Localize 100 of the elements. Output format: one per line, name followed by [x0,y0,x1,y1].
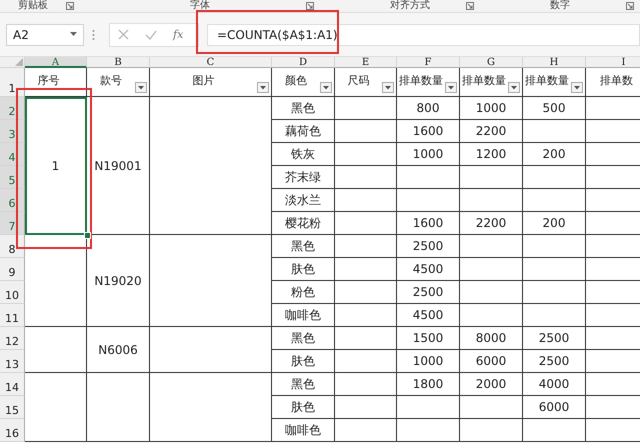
table-cell [335,120,397,143]
table-cell: 铁灰 [272,143,335,166]
table-cell [523,304,586,327]
table-cell [335,281,397,304]
table-cell [335,327,397,350]
dialog-launcher-icon[interactable] [66,2,74,10]
table-cell: 2000 [460,373,523,396]
row-header[interactable]: 14 [0,373,25,396]
column-header[interactable]: D [272,57,335,68]
table-cell: 黑色 [272,373,335,396]
table-cell [335,143,397,166]
table-cell: 1200 [460,143,523,166]
dialog-launcher-icon[interactable] [626,2,634,10]
table-cell: 1000 [397,143,460,166]
table-cell: N6006 [87,327,150,373]
column-header[interactable]: H [523,57,586,68]
row-header[interactable]: 6 [0,189,25,212]
dialog-launcher-icon[interactable] [466,2,474,10]
row-header[interactable]: 12 [0,327,25,350]
table-cell: 咖啡色 [272,419,335,442]
column-header[interactable]: F [397,57,460,68]
table-cell: 2200 [460,120,523,143]
formula-field[interactable]: =COUNTA($A$1:A1) [207,24,640,46]
table-cell [397,189,460,212]
row-header[interactable]: 10 [0,281,25,304]
table-cell [335,212,397,235]
table-cell [523,235,586,258]
table-cell: 8000 [460,327,523,350]
row-header[interactable]: 15 [0,396,25,419]
table-cell [460,281,523,304]
table-cell: 黑色 [272,97,335,120]
table-cell: 1600 [397,120,460,143]
caret-icon [138,86,144,90]
caret-icon [448,86,454,90]
table-cell: 1800 [397,373,460,396]
column-header[interactable]: G [460,57,523,68]
row-header[interactable]: 16 [0,419,25,442]
table-cell [397,396,460,419]
header-text: 排单数 [600,73,633,88]
table-cell [523,189,586,212]
row-header[interactable]: 5 [0,166,25,189]
dialog-launcher-icon[interactable] [306,2,314,10]
filter-button[interactable] [508,82,520,93]
table-cell [335,419,397,442]
row-header[interactable]: 4 [0,143,25,166]
drag-handle-icon[interactable] [92,28,95,40]
column-header[interactable]: I [586,57,640,68]
caret-icon [574,86,580,90]
column-header[interactable]: A [25,57,87,68]
table-cell [397,166,460,189]
table-cell: 肤色 [272,396,335,419]
caret-icon [385,86,391,90]
filter-button[interactable] [445,82,457,93]
table-cell: 4000 [523,373,586,396]
table-cell: 2500 [523,350,586,373]
table-cell: 6000 [460,350,523,373]
table-cell: 2200 [460,212,523,235]
table-cell: N19020 [87,235,150,327]
row-header[interactable]: 9 [0,258,25,281]
header-text: 款号 [100,73,122,88]
table-cell: 淡水兰 [272,189,335,212]
row-header[interactable]: 7 [0,212,25,235]
table-cell: 藕荷色 [272,120,335,143]
table-cell [523,419,586,442]
row-header[interactable]: 1 [0,68,25,97]
column-header[interactable]: C [150,57,272,68]
filter-button[interactable] [320,82,332,93]
table-cell: 4500 [397,258,460,281]
filter-button[interactable] [382,82,394,93]
header-text: 排单数量 [462,73,506,88]
table-cell [335,396,397,419]
table-cell: 咖啡色 [272,304,335,327]
insert-function-button[interactable]: fx [173,28,184,41]
column-header[interactable]: B [87,57,150,68]
column-header[interactable]: E [335,57,397,68]
caret-icon [260,86,266,90]
filter-button[interactable] [135,82,147,93]
fill-handle[interactable] [84,232,91,239]
row-header[interactable]: 13 [0,350,25,373]
table-cell [335,350,397,373]
table-cell: 肤色 [272,258,335,281]
table-cell [335,304,397,327]
filter-button[interactable] [257,82,269,93]
row-header[interactable]: 11 [0,304,25,327]
table-cell [460,396,523,419]
row-header[interactable]: 8 [0,235,25,258]
table-cell [460,235,523,258]
table-cell: 2500 [397,281,460,304]
name-box[interactable]: A2 [6,24,84,46]
table-cell [523,166,586,189]
table-cell: 4500 [397,304,460,327]
header-text: 排单数量 [399,73,443,88]
row-header[interactable]: 3 [0,120,25,143]
filter-button[interactable] [571,82,583,93]
header-text: 图片 [192,73,214,88]
row-header[interactable]: 2 [0,97,25,120]
table-cell: 1500 [397,327,460,350]
table-cell [523,258,586,281]
header-text: 尺码 [348,73,370,88]
table-cell [335,166,397,189]
